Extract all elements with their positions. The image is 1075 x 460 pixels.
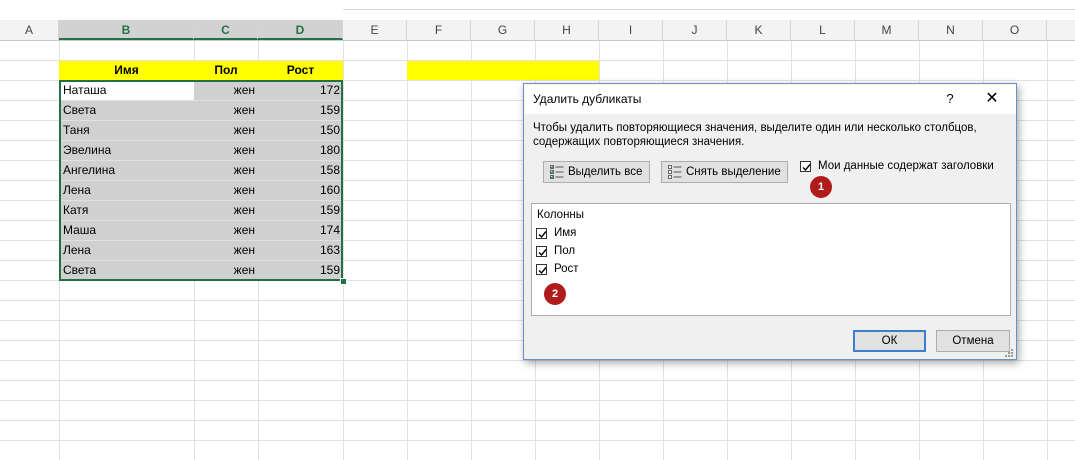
select-all-label: Выделить все bbox=[568, 166, 643, 178]
checkmark-icon bbox=[538, 231, 547, 239]
gender-cell[interactable]: жен bbox=[194, 101, 258, 120]
gender-cell[interactable]: жен bbox=[194, 181, 258, 200]
table-header-height[interactable]: Рост bbox=[258, 61, 343, 80]
select-all-button[interactable]: Выделить все bbox=[543, 161, 650, 183]
height-cell[interactable]: 159 bbox=[258, 101, 343, 120]
step-badge-2: 2 bbox=[544, 283, 566, 305]
ok-button[interactable]: ОК bbox=[853, 330, 926, 352]
close-button[interactable]: ✕ bbox=[979, 88, 1005, 110]
column-item-label[interactable]: Рост bbox=[554, 263, 579, 275]
gender-cell[interactable]: жен bbox=[194, 141, 258, 160]
resize-grip-icon[interactable] bbox=[1004, 347, 1014, 357]
height-cell[interactable]: 180 bbox=[258, 141, 343, 160]
column-header-m[interactable]: M bbox=[855, 20, 919, 40]
column-header-d[interactable]: D bbox=[258, 20, 343, 40]
column-header-row: A B C D E F G H I J K L M N O bbox=[0, 20, 1075, 41]
name-cell[interactable]: Таня bbox=[60, 121, 194, 140]
column-header-g[interactable]: G bbox=[471, 20, 535, 40]
column-checkbox-gender[interactable] bbox=[536, 246, 547, 257]
name-cell[interactable]: Эвелина bbox=[60, 141, 194, 160]
help-button[interactable]: ? bbox=[938, 88, 962, 110]
table-header-name[interactable]: Имя bbox=[59, 61, 194, 80]
table-header-gender[interactable]: Пол bbox=[194, 61, 258, 80]
gender-cell[interactable]: жен bbox=[194, 81, 258, 100]
select-all-icon bbox=[550, 165, 564, 179]
cancel-button[interactable]: Отмена bbox=[936, 330, 1010, 352]
headers-checkbox-label[interactable]: Мои данные содержат заголовки bbox=[818, 160, 994, 172]
column-header-n[interactable]: N bbox=[919, 20, 983, 40]
name-cell[interactable]: Лена bbox=[60, 241, 194, 260]
dialog-title: Удалить дубликаты bbox=[533, 92, 642, 106]
remove-duplicates-dialog: Удалить дубликаты ? ✕ Чтобы удалить повт… bbox=[523, 83, 1017, 360]
column-checkbox-height[interactable] bbox=[536, 264, 547, 275]
gender-cell[interactable]: жен bbox=[194, 121, 258, 140]
headers-checkbox[interactable] bbox=[800, 161, 811, 172]
name-cell[interactable]: Катя bbox=[60, 201, 194, 220]
gender-cell[interactable]: жен bbox=[194, 241, 258, 260]
column-header-k[interactable]: K bbox=[727, 20, 791, 40]
checkmark-icon bbox=[538, 249, 547, 257]
column-header-a[interactable]: A bbox=[0, 20, 59, 40]
name-cell[interactable]: Лена bbox=[60, 181, 194, 200]
gender-cell[interactable]: жен bbox=[194, 261, 258, 280]
fill-handle[interactable] bbox=[340, 278, 347, 285]
name-cell[interactable]: Наташа bbox=[60, 81, 194, 100]
height-cell[interactable]: 160 bbox=[258, 181, 343, 200]
height-cell[interactable]: 150 bbox=[258, 121, 343, 140]
formula-bar-edge bbox=[343, 0, 1075, 10]
columns-list: Колонны Имя Пол Рост 2 bbox=[531, 203, 1011, 316]
highlighted-range[interactable] bbox=[407, 61, 599, 80]
unselect-all-icon bbox=[668, 165, 682, 179]
column-header-c[interactable]: C bbox=[194, 20, 258, 40]
column-header-j[interactable]: J bbox=[663, 20, 727, 40]
height-cell[interactable]: 174 bbox=[258, 221, 343, 240]
height-cell[interactable]: 172 bbox=[258, 81, 343, 100]
dialog-titlebar[interactable]: Удалить дубликаты ? ✕ bbox=[524, 84, 1016, 114]
gender-cell[interactable]: жен bbox=[194, 201, 258, 220]
gender-cell[interactable]: жен bbox=[194, 221, 258, 240]
column-header-e[interactable]: E bbox=[343, 20, 407, 40]
columns-list-title: Колонны bbox=[537, 209, 585, 221]
column-item-label[interactable]: Пол bbox=[554, 245, 575, 257]
name-cell[interactable]: Ангелина bbox=[60, 161, 194, 180]
column-header-l[interactable]: L bbox=[791, 20, 855, 40]
column-header-b[interactable]: B bbox=[59, 20, 194, 40]
height-cell[interactable]: 158 bbox=[258, 161, 343, 180]
step-badge-1: 1 bbox=[810, 176, 832, 198]
name-cell[interactable]: Маша bbox=[60, 221, 194, 240]
name-cell[interactable]: Света bbox=[60, 101, 194, 120]
height-cell[interactable]: 163 bbox=[258, 241, 343, 260]
column-header-f[interactable]: F bbox=[407, 20, 471, 40]
unselect-all-button[interactable]: Снять выделение bbox=[661, 161, 788, 183]
checkmark-icon bbox=[538, 267, 547, 275]
height-cell[interactable]: 159 bbox=[258, 201, 343, 220]
column-header-h[interactable]: H bbox=[535, 20, 599, 40]
height-cell[interactable]: 159 bbox=[258, 261, 343, 280]
column-item-label[interactable]: Имя bbox=[554, 227, 576, 239]
dialog-description: Чтобы удалить повторяющиеся значения, вы… bbox=[533, 122, 977, 148]
gender-cell[interactable]: жен bbox=[194, 161, 258, 180]
column-checkbox-name[interactable] bbox=[536, 228, 547, 239]
column-header-o[interactable]: O bbox=[983, 20, 1047, 40]
checkmark-icon bbox=[802, 164, 811, 172]
column-header-i[interactable]: I bbox=[599, 20, 663, 40]
name-cell[interactable]: Света bbox=[60, 261, 194, 280]
unselect-all-label: Снять выделение bbox=[686, 166, 781, 178]
